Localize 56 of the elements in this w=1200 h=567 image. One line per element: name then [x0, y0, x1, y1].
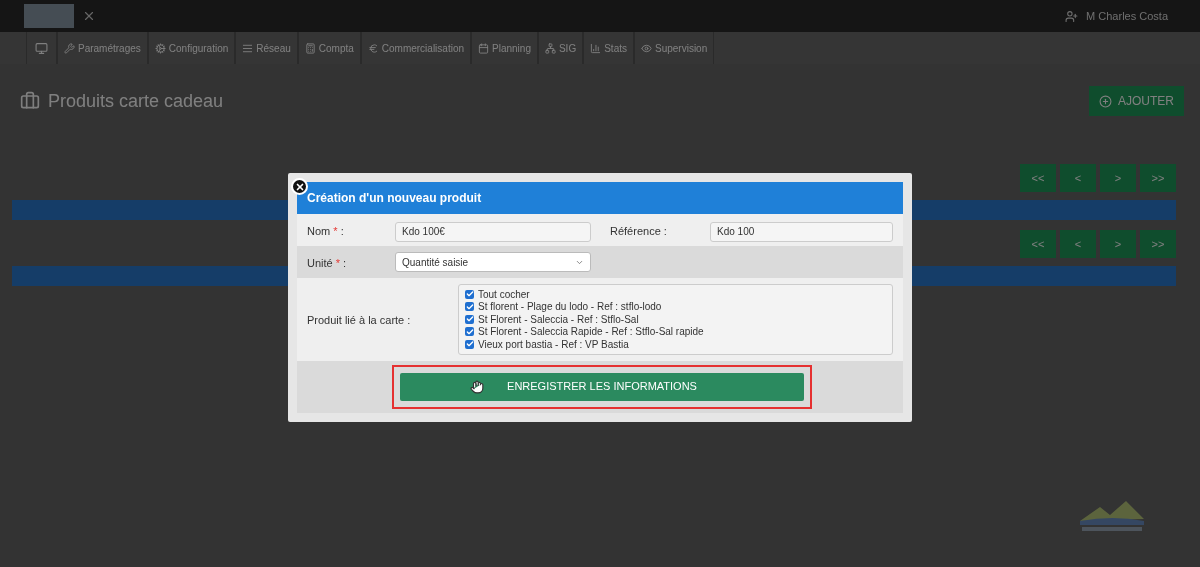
text-input[interactable]: Kdo 100	[710, 221, 893, 242]
pagination-button[interactable]: <<	[1020, 230, 1056, 258]
plus-icon	[1099, 94, 1112, 108]
user-icon	[1065, 9, 1079, 23]
pagination-button[interactable]: <<	[1020, 164, 1056, 192]
modal-title: Création d'un nouveau produit	[307, 190, 482, 207]
product-checkbox-row[interactable]: Tout cocher	[465, 288, 886, 301]
nav-icon	[544, 42, 556, 54]
nav-item[interactable]: Planning	[471, 32, 538, 64]
checkbox[interactable]	[465, 289, 474, 299]
checkbox[interactable]	[465, 339, 474, 349]
nav-item[interactable]: Réseau	[235, 32, 298, 64]
nav-icon	[641, 42, 652, 54]
product-checkbox-row[interactable]: St florent - Plage du lodo - Ref : stflo-lodo	[465, 300, 886, 313]
pagination-button[interactable]: >	[1100, 164, 1136, 192]
close-icon[interactable]	[291, 178, 308, 195]
pagination-button[interactable]: <	[1060, 164, 1096, 192]
pagination-button[interactable]: <	[1060, 230, 1096, 258]
field-label: Nom * :	[307, 225, 344, 237]
page-title: Produits carte cadeau	[48, 89, 224, 113]
monitor-icon	[35, 41, 48, 55]
product-checkbox-row[interactable]: St Florent - Saleccia Rapide - Ref : Stflo-Sal rapide	[465, 325, 886, 338]
checkbox[interactable]	[465, 314, 474, 324]
text-input[interactable]: Kdo 100€	[395, 221, 591, 242]
checkbox[interactable]	[465, 302, 474, 312]
nav-item[interactable]: Supervision	[634, 32, 715, 64]
pagination-button[interactable]: >	[1100, 230, 1136, 258]
pagination-button[interactable]: >>	[1140, 230, 1176, 258]
nav-item[interactable]: Commercialisation	[360, 32, 472, 64]
nav-icon	[304, 42, 316, 54]
nav-item[interactable]: Configuration	[147, 32, 236, 64]
add-button[interactable]: AJOUTER	[1089, 86, 1184, 116]
logo-block	[24, 4, 74, 28]
nav-item[interactable]: Stats	[583, 32, 634, 64]
home-nav-item[interactable]	[26, 32, 57, 64]
pagination-button[interactable]: >>	[1140, 164, 1176, 192]
nav-icon	[64, 42, 75, 54]
nav-item[interactable]: Paramétrages	[57, 32, 148, 64]
nav-item[interactable]: SIG	[537, 32, 584, 64]
nav-icon	[590, 42, 602, 54]
field-label: Référence :	[610, 225, 667, 237]
product-checkbox-row[interactable]: St Florent - Saleccia - Ref : Stflo-Sal	[465, 313, 886, 326]
nav-item[interactable]: Compta	[297, 32, 361, 64]
hand-cursor-icon	[470, 379, 484, 394]
nav-icon	[367, 42, 379, 54]
product-checkbox-row[interactable]: Vieux port bastia - Ref : VP Bastia	[465, 338, 886, 351]
briefcase-icon	[20, 91, 40, 111]
nav-icon	[242, 42, 254, 54]
nav-icon	[154, 42, 166, 54]
field-label: Produit lié à la carte :	[307, 314, 411, 327]
field-label: Unité * :	[307, 257, 347, 269]
checkbox[interactable]	[465, 327, 474, 337]
nav-icon	[478, 42, 490, 54]
user-name[interactable]: M Charles Costa	[1086, 7, 1168, 25]
save-button[interactable]: ENREGISTRER LES INFORMATIONS	[400, 372, 804, 401]
unit-select[interactable]: Quantité saisie	[395, 252, 591, 272]
